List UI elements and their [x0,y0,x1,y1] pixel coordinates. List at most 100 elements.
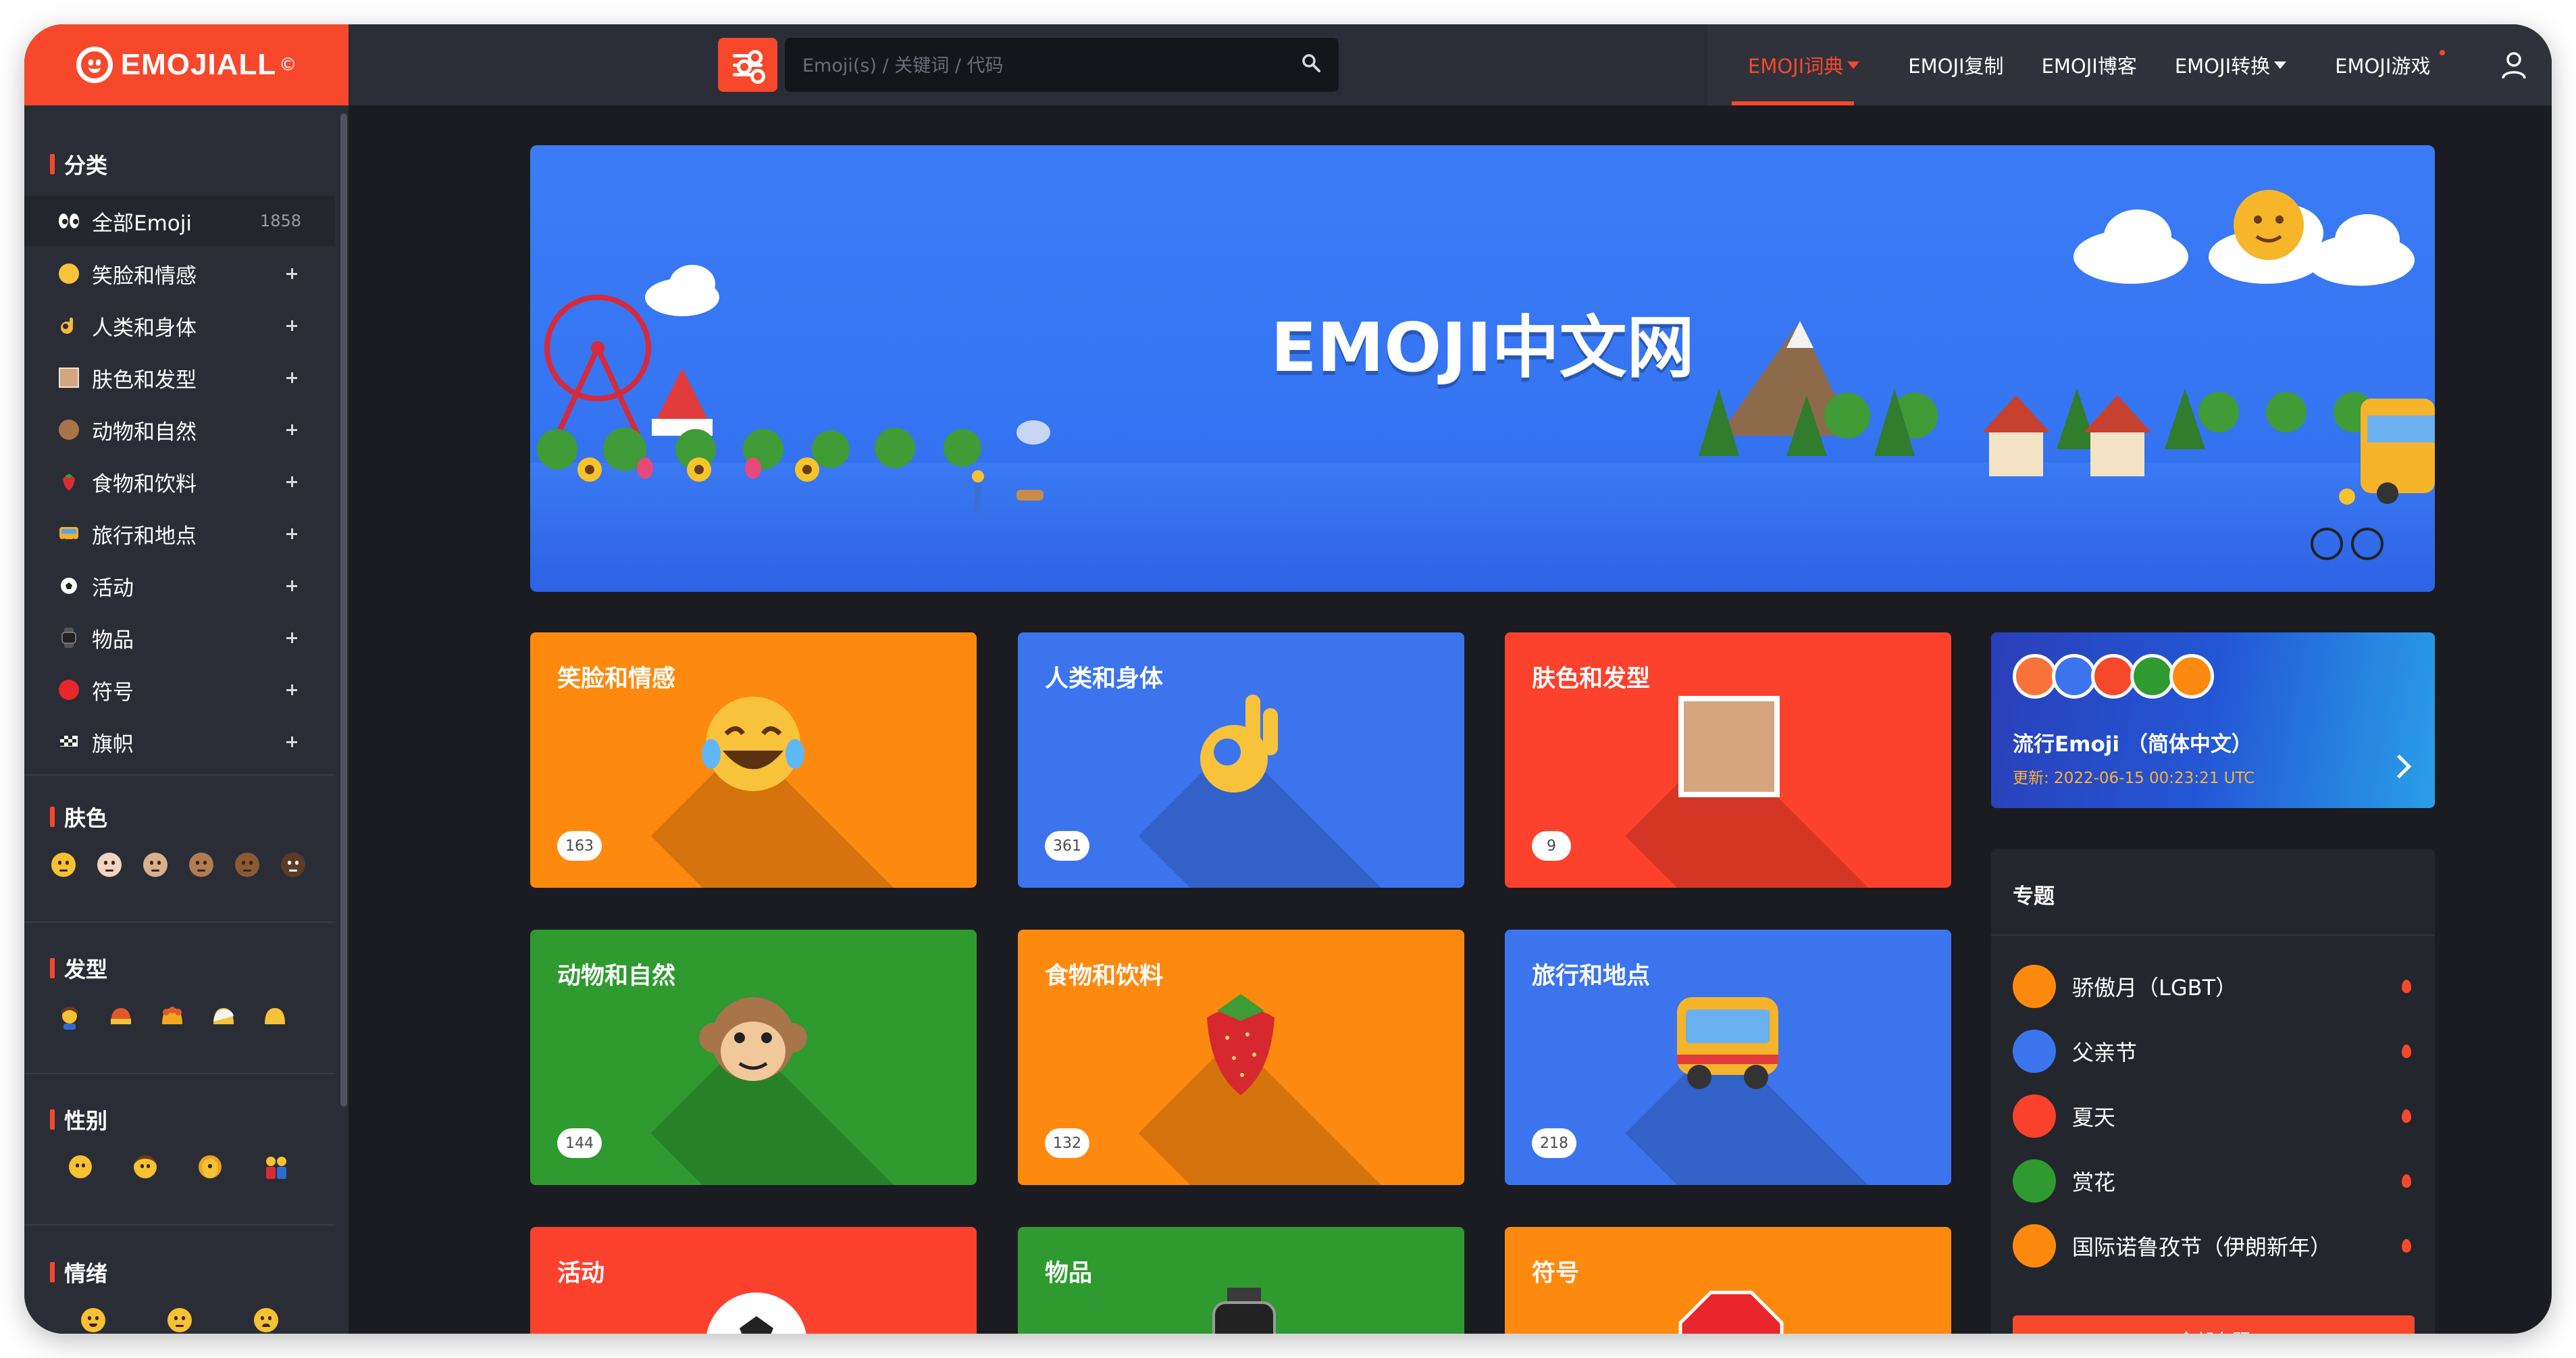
topic-item[interactable]: 夏天 [2013,1094,2418,1138]
user-icon[interactable] [2499,50,2529,80]
nav-label: EMOJI词典 [1748,55,1844,78]
expand-plus-icon[interactable] [281,315,303,336]
nav-emoji-convert[interactable]: EMOJI转换 [2156,24,2305,105]
card-count-badge: 132 [1045,1128,1089,1158]
expand-plus-icon[interactable] [281,419,303,441]
person-hair-icon[interactable] [58,1005,81,1030]
expand-plus-icon[interactable] [281,523,303,545]
expand-plus-icon[interactable] [281,263,303,284]
red-hair-icon[interactable] [109,1005,132,1026]
white-hair-icon[interactable] [212,1005,235,1026]
caret-down-icon [1847,61,1860,69]
trending-emoji-card[interactable]: 流行Emoji （简体中文） 更新: 2022-06-15 00:23:21 U… [1991,632,2435,808]
top-header: EMOJIALL© EMOJI词典 EMOJI复制 EMOJI博客 [24,24,2552,105]
couple-icon[interactable] [263,1155,289,1180]
smiley-logo-icon [76,47,113,83]
chevron-right-icon[interactable] [2387,754,2412,779]
sidebar-item-flags[interactable]: 旗帜 [24,717,335,767]
topic-item[interactable]: 赏花 [2013,1159,2418,1203]
sidebar-item-symbols[interactable]: 符号 [24,665,335,715]
trending-title: 流行Emoji （简体中文） [2013,732,2252,757]
topics-divider [1991,934,2435,936]
new-badge-dot [2440,50,2446,55]
card-label: 旅行和地点 [1532,963,1651,990]
card-label: 笑脸和情感 [557,665,676,693]
sidebar-item-objects[interactable]: 物品 [24,613,335,663]
expand-plus-icon[interactable] [281,627,303,649]
sidebar-scrollbar[interactable] [340,114,347,1107]
bus-icon [1677,997,1778,1089]
sidebar-item-people[interactable]: 人类和身体 [24,301,335,351]
sidebar-item-smileys[interactable]: 笑脸和情感 [24,249,335,299]
skin-tone-dark-icon[interactable] [281,853,305,877]
bald-icon[interactable] [263,1005,286,1026]
woman-icon[interactable] [199,1155,222,1178]
sidebar-item-all-emoji[interactable]: 全部Emoji 1858 [24,196,335,246]
banner-title: EMOJI中文网 [1270,308,1695,387]
checkered-flag-icon [55,728,82,755]
sidebar-item-activities[interactable]: 活动 [24,561,335,611]
nav-label: EMOJI复制 [1908,55,2004,78]
search-box [785,38,1339,93]
neutral-face-icon[interactable] [168,1308,192,1332]
card-label: 符号 [1532,1260,1580,1287]
category-card-smileys[interactable]: 笑脸和情感 163 [530,632,977,888]
sidebar-item-skin-hair[interactable]: 肤色和发型 [24,353,335,403]
nav-emoji-dictionary[interactable]: EMOJI词典 [1707,24,1878,105]
topic-label: 父亲节 [2072,1040,2138,1065]
cherry-blossom-icon [2013,1159,2056,1203]
category-card-travel[interactable]: 旅行和地点 218 [1505,930,1951,1185]
sidebar-item-label: 符号 [92,680,134,705]
search-input[interactable] [801,38,1277,93]
nav-emoji-blog[interactable]: EMOJI博客 [2023,24,2156,105]
category-card-animals[interactable]: 动物和自然 144 [530,930,977,1185]
topics-heading: 专题 [2013,884,2055,909]
category-card-people[interactable]: 人类和身体 361 [1018,632,1464,888]
curly-hair-icon[interactable] [161,1005,184,1026]
strawberry-icon [1207,994,1274,1095]
expand-plus-icon[interactable] [281,471,303,493]
expand-plus-icon[interactable] [281,679,303,701]
frowning-face-icon[interactable] [254,1308,278,1332]
skin-tone-medium-light-icon[interactable] [143,853,168,877]
filter-button[interactable] [718,38,777,92]
sidebar-item-label: 人类和身体 [92,316,197,341]
nav-emoji-games[interactable]: EMOJI游戏 [2305,24,2457,105]
category-card-symbols[interactable]: 符号 [1505,1227,1951,1334]
person-icon[interactable] [69,1155,92,1178]
sidebar-item-animals[interactable]: 动物和自然 [24,405,335,455]
all-topics-button[interactable]: 全部专题 [2013,1315,2415,1334]
man-icon[interactable] [134,1155,157,1178]
slightly-smiling-face-icon[interactable] [81,1308,105,1332]
laughing-face-icon [702,697,804,791]
gender-heading: 性别 [50,1104,107,1135]
category-card-objects[interactable]: 物品 [1018,1227,1464,1334]
fire-icon [2402,980,2411,993]
category-card-food[interactable]: 食物和饮料 132 [1018,930,1464,1185]
logo[interactable]: EMOJIALL © [24,24,349,105]
watch-icon [55,624,82,651]
skin-tone-default-icon[interactable] [51,853,76,877]
hero-banner[interactable]: EMOJI中文网 [530,145,2435,592]
topic-item[interactable]: 国际诺鲁孜节（伊朗新年） [2013,1224,2418,1268]
expand-plus-icon[interactable] [281,731,303,753]
expand-plus-icon[interactable] [281,575,303,597]
nav-label: EMOJI游戏 [2335,55,2431,78]
skin-tone-medium-dark-icon[interactable] [235,853,259,877]
card-count-badge: 163 [557,831,602,861]
skin-tone-medium-icon[interactable] [189,853,213,877]
search-icon[interactable] [1301,53,1321,73]
red-circle-icon [55,676,82,703]
topic-item[interactable]: 骄傲月（LGBT） [2013,964,2418,1009]
expand-plus-icon[interactable] [281,367,303,388]
skin-tone-light-icon[interactable] [97,853,122,877]
browser-window: EMOJIALL© EMOJI词典 EMOJI复制 EMOJI博客 [24,24,2552,1334]
fire-icon [2402,1109,2411,1123]
nav-emoji-copy[interactable]: EMOJI复制 [1878,24,2022,105]
sidebar-item-travel[interactable]: 旅行和地点 [24,509,335,559]
angry-face-icon [2013,654,2057,699]
topic-item[interactable]: 父亲节 [2013,1029,2418,1074]
category-card-activities[interactable]: 活动 [530,1227,977,1334]
category-card-skin-hair[interactable]: 肤色和发型 9 [1505,632,1951,888]
sidebar-item-food[interactable]: 食物和饮料 [24,457,335,507]
